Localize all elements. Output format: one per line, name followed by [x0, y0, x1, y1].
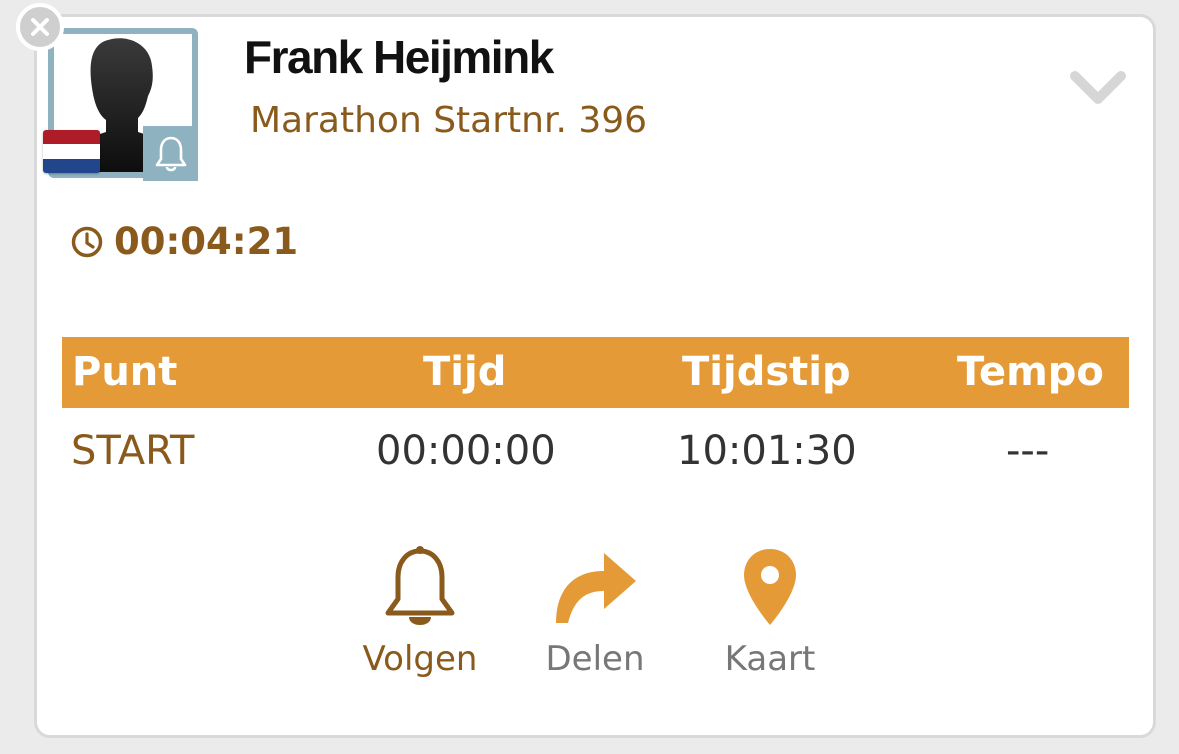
flag-stripe-white — [43, 144, 100, 159]
header-tempo: Tempo — [957, 349, 1104, 395]
bell-icon — [385, 546, 455, 625]
share-label: Delen — [545, 639, 645, 679]
runner-name: Frank Heijmink — [244, 31, 554, 83]
follow-label: Volgen — [362, 639, 478, 679]
follow-button[interactable]: Volgen — [360, 545, 480, 679]
flag-stripe-blue — [43, 158, 100, 173]
chevron-down-icon[interactable] — [1070, 70, 1126, 106]
cell-tempo: --- — [1006, 428, 1050, 474]
share-arrow-icon — [556, 553, 636, 623]
map-label: Kaart — [724, 639, 816, 679]
elapsed-time: 00:04:21 — [114, 220, 299, 263]
nationality-flag — [43, 130, 100, 173]
header-punt: Punt — [72, 349, 178, 395]
map-button[interactable]: Kaart — [715, 545, 825, 679]
header-tijdstip: Tijdstip — [682, 349, 851, 395]
elapsed-timer: 00:04:21 — [70, 220, 298, 263]
runner-subtitle: Marathon Startnr. 396 — [250, 100, 648, 141]
share-button[interactable]: Delen — [540, 545, 650, 679]
bell-icon — [155, 136, 186, 171]
cell-punt: START — [71, 428, 195, 474]
follow-badge[interactable] — [143, 126, 198, 181]
map-pin-icon — [744, 549, 796, 625]
splits-table-header: Punt Tijd Tijdstip Tempo — [62, 337, 1129, 408]
cell-tijdstip: 10:01:30 — [677, 428, 857, 474]
header-tijd: Tijd — [423, 349, 507, 395]
cell-tijd: 00:00:00 — [376, 428, 556, 474]
close-button[interactable] — [16, 3, 64, 51]
clock-icon — [71, 226, 103, 257]
close-icon — [31, 18, 49, 36]
flag-stripe-red — [43, 130, 100, 145]
